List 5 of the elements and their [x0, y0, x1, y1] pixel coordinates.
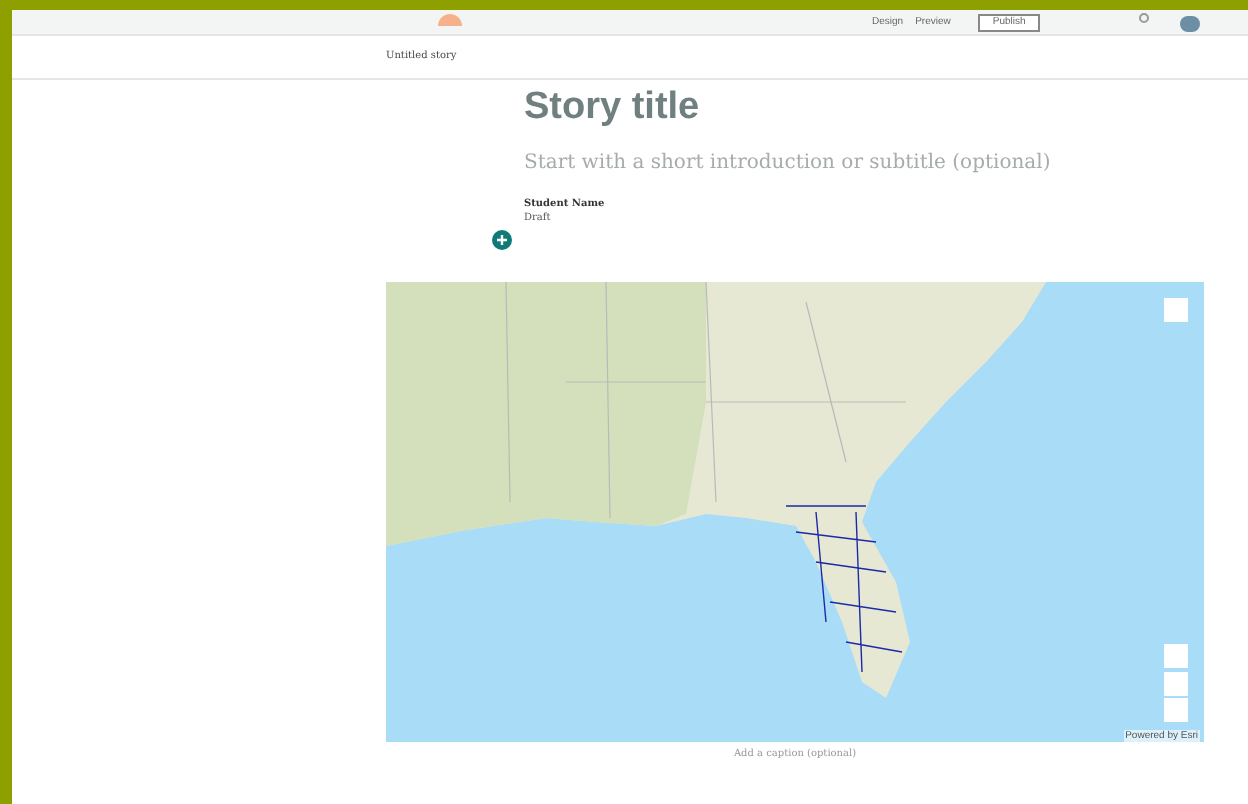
- story-title[interactable]: Story title: [524, 84, 1248, 132]
- avatar-icon[interactable]: [1180, 16, 1200, 32]
- add-block-icon[interactable]: [492, 230, 512, 250]
- help-icon[interactable]: [1138, 12, 1150, 28]
- logo-icon: [434, 10, 466, 26]
